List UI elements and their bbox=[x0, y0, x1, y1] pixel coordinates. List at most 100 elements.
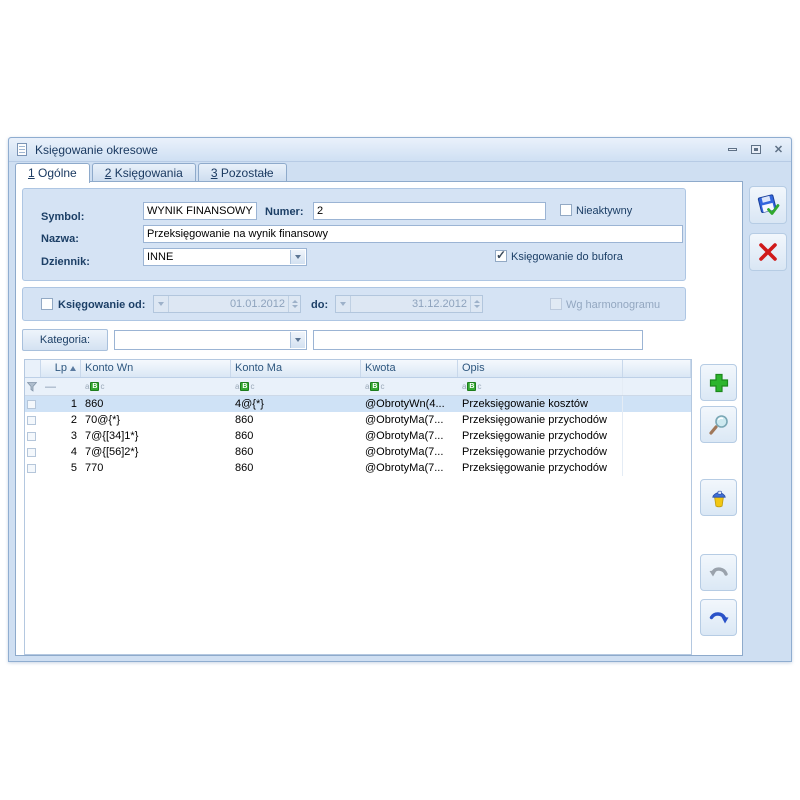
save-button[interactable] bbox=[749, 186, 787, 224]
bufor-label: Księgowanie do bufora bbox=[511, 251, 623, 263]
table-row[interactable]: 18604@{*}@ObrotyWn(4...Przeksięgowanie k… bbox=[25, 396, 691, 412]
chevron-down-icon[interactable] bbox=[290, 332, 305, 348]
column-header-filler bbox=[623, 360, 691, 377]
column-header-kwota[interactable]: Kwota bbox=[361, 360, 458, 377]
table-filter-row[interactable]: — aBc aBc aBc aBc bbox=[25, 378, 691, 396]
column-header-konto-ma[interactable]: Konto Ma bbox=[231, 360, 361, 377]
cancel-button[interactable] bbox=[749, 233, 787, 271]
dziennik-label: Dziennik: bbox=[41, 256, 90, 268]
window-title: Księgowanie okresowe bbox=[35, 143, 158, 157]
harmonogram-label: Wg harmonogramu bbox=[566, 299, 660, 311]
ksiegowanie-od-checkbox[interactable] bbox=[41, 298, 53, 310]
cell-konto-ma: 860 bbox=[231, 428, 361, 444]
column-header-opis[interactable]: Opis bbox=[458, 360, 623, 377]
edit-row-button[interactable] bbox=[700, 406, 737, 443]
cell-lp: 3 bbox=[41, 428, 81, 444]
nazwa-input[interactable]: Przeksięgowanie na wynik finansowy bbox=[143, 225, 683, 243]
kategoria-combobox[interactable] bbox=[114, 330, 307, 350]
trash-icon bbox=[707, 486, 731, 510]
cell-konto-ma: 860 bbox=[231, 444, 361, 460]
date-to-picker[interactable]: 31.12.2012 bbox=[335, 295, 483, 313]
cell-opis: Przeksięgowanie przychodów bbox=[458, 428, 623, 444]
tab-ksiegowania[interactable]: 2 Księgowania bbox=[92, 163, 196, 182]
row-select-checkbox[interactable] bbox=[25, 412, 41, 428]
row-select-checkbox[interactable] bbox=[25, 396, 41, 412]
spinner-icon bbox=[288, 296, 300, 312]
nieaktywny-label: Nieaktywny bbox=[576, 205, 632, 217]
tab-strip: 1 Ogólne 2 Księgowania 3 Pozostałe bbox=[15, 163, 287, 182]
spinner-icon bbox=[470, 296, 482, 312]
cell-filler bbox=[623, 460, 691, 476]
window-icon bbox=[15, 143, 29, 157]
text-filter-icon: aBc bbox=[235, 382, 254, 391]
undo-arrow-icon bbox=[707, 561, 731, 585]
kategoria-button[interactable]: Kategoria: bbox=[22, 329, 108, 351]
filter-opis[interactable]: aBc bbox=[458, 378, 623, 395]
cell-filler bbox=[623, 428, 691, 444]
filter-kwota[interactable]: aBc bbox=[361, 378, 458, 395]
column-header-konto-wn[interactable]: Konto Wn bbox=[81, 360, 231, 377]
cell-lp: 5 bbox=[41, 460, 81, 476]
cell-filler bbox=[623, 396, 691, 412]
cell-opis: Przeksięgowanie przychodów bbox=[458, 460, 623, 476]
move-up-button[interactable] bbox=[700, 554, 737, 591]
kategoria-opis-input[interactable] bbox=[313, 330, 643, 350]
chevron-down-icon[interactable] bbox=[290, 250, 305, 264]
symbol-label: Symbol: bbox=[41, 211, 84, 223]
cell-kwota: @ObrotyWn(4... bbox=[361, 396, 458, 412]
cell-lp: 1 bbox=[41, 396, 81, 412]
bufor-checkbox[interactable] bbox=[495, 250, 507, 262]
table-row[interactable]: 47@{[56]2*}860@ObrotyMa(7...Przeksięgowa… bbox=[25, 444, 691, 460]
text-filter-icon: aBc bbox=[85, 382, 104, 391]
move-down-button[interactable] bbox=[700, 599, 737, 636]
nieaktywny-checkbox[interactable] bbox=[560, 204, 572, 216]
dziennik-combobox[interactable]: INNE bbox=[143, 248, 307, 266]
delete-row-button[interactable] bbox=[700, 479, 737, 516]
harmonogram-checkbox bbox=[550, 298, 562, 310]
cell-kwota: @ObrotyMa(7... bbox=[361, 412, 458, 428]
do-label: do: bbox=[311, 299, 328, 311]
table-row[interactable]: 270@{*}860@ObrotyMa(7...Przeksięgowanie … bbox=[25, 412, 691, 428]
text-filter-icon: aBc bbox=[462, 382, 481, 391]
table-row[interactable]: 5770860@ObrotyMa(7...Przeksięgowanie prz… bbox=[25, 460, 691, 476]
row-select-checkbox[interactable] bbox=[25, 428, 41, 444]
magnifier-icon bbox=[707, 413, 731, 437]
cell-opis: Przeksięgowanie kosztów bbox=[458, 396, 623, 412]
cell-filler bbox=[623, 412, 691, 428]
cancel-x-icon bbox=[755, 239, 781, 265]
cell-konto-ma: 860 bbox=[231, 460, 361, 476]
cell-konto-wn: 7@{[56]2*} bbox=[81, 444, 231, 460]
filter-lp[interactable]: — bbox=[41, 378, 81, 395]
minimize-icon[interactable] bbox=[726, 143, 739, 156]
symbol-input[interactable]: WYNIK FINANSOWY bbox=[143, 202, 257, 220]
save-floppy-icon bbox=[755, 192, 781, 218]
tab-page-ogolne: Symbol: Nazwa: Dziennik: WYNIK FINANSOWY… bbox=[15, 181, 743, 656]
row-select-checkbox[interactable] bbox=[25, 444, 41, 460]
tab-ogolne[interactable]: 1 Ogólne bbox=[15, 163, 90, 183]
cell-konto-wn: 860 bbox=[81, 396, 231, 412]
cell-konto-ma: 4@{*} bbox=[231, 396, 361, 412]
maximize-icon[interactable] bbox=[749, 143, 762, 156]
date-from-picker[interactable]: 01.01.2012 bbox=[153, 295, 301, 313]
table-body: 18604@{*}@ObrotyWn(4...Przeksięgowanie k… bbox=[25, 396, 691, 476]
cell-opis: Przeksięgowanie przychodów bbox=[458, 412, 623, 428]
text-filter-icon: aBc bbox=[365, 382, 384, 391]
chevron-down-icon bbox=[336, 296, 351, 312]
column-header-lp[interactable]: Lp bbox=[41, 360, 81, 377]
table-row[interactable]: 37@{[34]1*}860@ObrotyMa(7...Przeksięgowa… bbox=[25, 428, 691, 444]
chevron-down-icon bbox=[154, 296, 169, 312]
nazwa-label: Nazwa: bbox=[41, 233, 79, 245]
filter-konto-wn[interactable]: aBc bbox=[81, 378, 231, 395]
row-select-checkbox[interactable] bbox=[25, 460, 41, 476]
close-icon[interactable]: ✕ bbox=[772, 143, 785, 156]
add-row-button[interactable] bbox=[700, 364, 737, 401]
sort-asc-icon bbox=[70, 366, 76, 371]
cell-kwota: @ObrotyMa(7... bbox=[361, 428, 458, 444]
title-bar[interactable]: Księgowanie okresowe ✕ bbox=[9, 138, 791, 162]
filter-konto-ma[interactable]: aBc bbox=[231, 378, 361, 395]
schemat-table: Lp Konto Wn Konto Ma Kwota Opis — aBc aB… bbox=[24, 359, 692, 655]
numer-input[interactable]: 2 bbox=[313, 202, 546, 220]
tab-pozostale[interactable]: 3 Pozostałe bbox=[198, 163, 287, 182]
ksiegowanie-od-label: Księgowanie od: bbox=[58, 299, 145, 311]
green-plus-icon bbox=[707, 371, 731, 395]
